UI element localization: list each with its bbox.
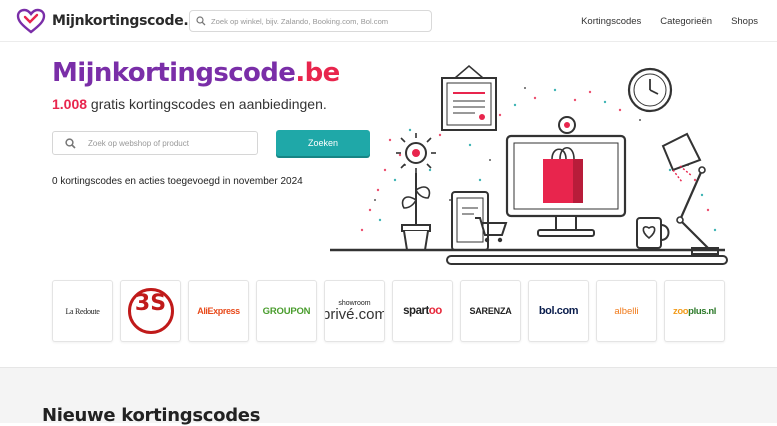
nav-categorieen[interactable]: Categorieën xyxy=(660,16,712,27)
header-search-box[interactable] xyxy=(189,10,432,32)
main-nav: Kortingscodes Categorieën Shops xyxy=(581,16,758,27)
shop-tile-showroomprive[interactable]: showroom privé.com xyxy=(324,280,385,342)
hero-section: Mijnkortingscode.be 1.008 gratis korting… xyxy=(0,42,777,367)
shop-3s-logo: 3S xyxy=(127,288,174,334)
shop-laredoute-logo: La Redoute xyxy=(65,306,100,316)
showroom-bottom: privé.com xyxy=(324,306,385,323)
shop-bol-logo: bol.com xyxy=(538,305,579,317)
spartoo-a: spart xyxy=(403,305,429,317)
heart-logo-icon xyxy=(16,8,46,34)
shop-tile-aliexpress[interactable]: AliExpress xyxy=(188,280,249,342)
shop-spartoo-logo: spartoo xyxy=(403,305,442,317)
shop-tile-spartoo[interactable]: spartoo xyxy=(392,280,453,342)
header-search-input[interactable] xyxy=(211,16,431,26)
shop-tile-zooplus[interactable]: zooplus.nl xyxy=(664,280,725,342)
shop-tile-albelli[interactable]: albelli xyxy=(596,280,657,342)
shop-albelli-logo: albelli xyxy=(614,305,639,317)
shop-aliexpress-logo: AliExpress xyxy=(197,306,240,316)
top-header: Mijnkortingscode.be Kortingscodes Catego… xyxy=(0,0,777,42)
shop-tile-laredoute[interactable]: La Redoute xyxy=(52,280,113,342)
added-codes-text: 0 kortingscodes en acties toegevoegd in … xyxy=(52,176,303,187)
shop-showroomprive-logo: showroom privé.com xyxy=(324,300,385,323)
hero-title: Mijnkortingscode.be xyxy=(52,58,340,88)
new-codes-section: Nieuwe kortingscodes xyxy=(0,367,777,426)
search-icon xyxy=(65,137,76,149)
shop-tile-bol[interactable]: bol.com xyxy=(528,280,589,342)
subtitle-text: gratis kortingscodes en aanbiedingen. xyxy=(87,96,327,112)
nav-kortingscodes[interactable]: Kortingscodes xyxy=(581,16,641,27)
zooplus-a: zoo xyxy=(673,305,689,317)
hero-search-box[interactable] xyxy=(52,131,258,155)
hero-title-main: Mijnkortingscode xyxy=(52,58,296,88)
shopping-illustration xyxy=(330,65,728,265)
search-icon xyxy=(196,16,206,26)
spartoo-b: oo xyxy=(428,305,443,317)
shop-tile-groupon[interactable]: GROUPON xyxy=(256,280,317,342)
shop-sarenza-logo: SARENZA xyxy=(469,306,512,316)
hero-subtitle: 1.008 gratis kortingscodes en aanbieding… xyxy=(52,96,327,112)
code-count: 1.008 xyxy=(52,96,88,112)
hero-search-input[interactable] xyxy=(88,138,248,148)
shop-tile-3s[interactable]: 3S xyxy=(120,280,181,342)
shop-logos-row: La Redoute 3S AliExpress GROUPON showroo… xyxy=(52,280,725,342)
shop-zooplus-logo: zooplus.nl xyxy=(673,306,716,317)
logo-text: Mijnkortingscode.be xyxy=(52,13,208,29)
nav-shops[interactable]: Shops xyxy=(731,16,758,27)
shop-tile-sarenza[interactable]: SARENZA xyxy=(460,280,521,342)
zooplus-b: plus.nl xyxy=(688,305,716,317)
site-logo[interactable]: Mijnkortingscode.be xyxy=(16,8,208,34)
shop-groupon-logo: GROUPON xyxy=(262,305,311,317)
